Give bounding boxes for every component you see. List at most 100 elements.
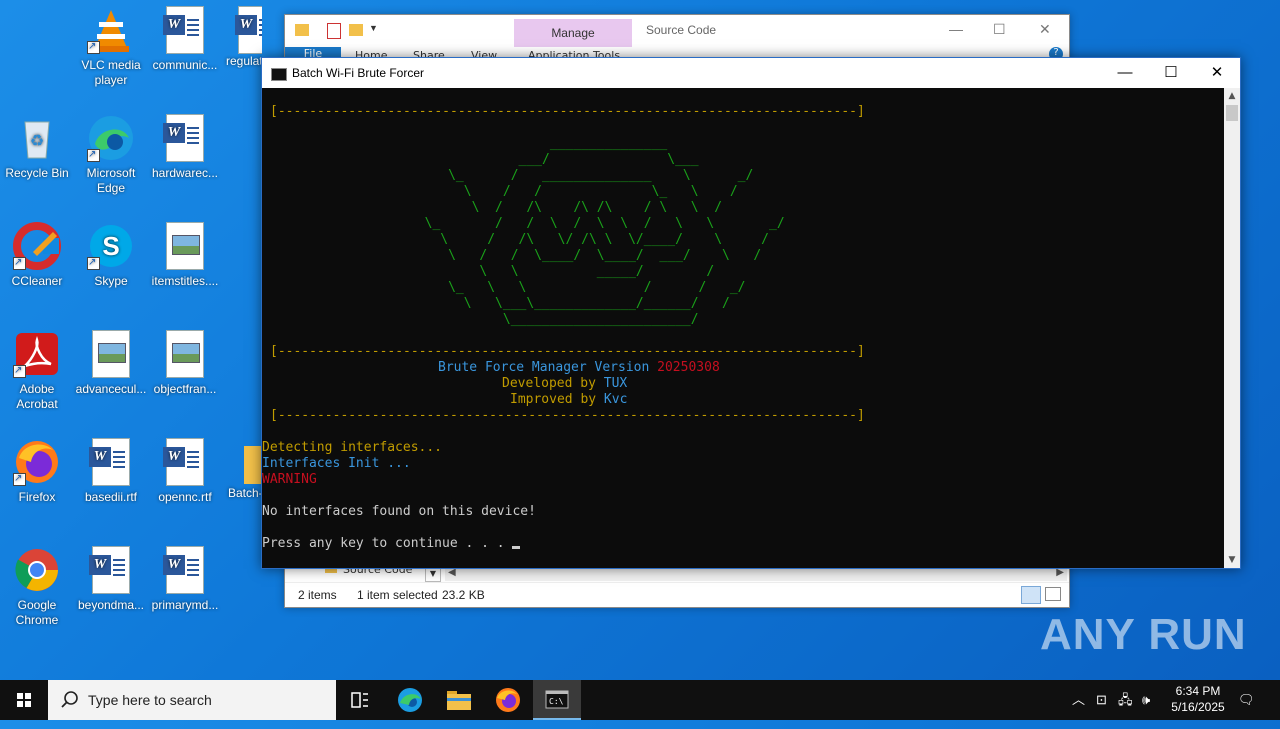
firefox-icon bbox=[13, 438, 61, 486]
console-output[interactable]: [---------------------------------------… bbox=[262, 88, 1223, 568]
horizontal-scrollbar[interactable]: ◀ ▶ bbox=[445, 567, 1067, 581]
detecting-line: Detecting interfaces... bbox=[262, 440, 443, 455]
notifications-icon[interactable]: 🗨 bbox=[1238, 680, 1255, 720]
maximize-button[interactable]: ☐ bbox=[1148, 58, 1194, 88]
vertical-scrollbar[interactable]: ▲ ▼ bbox=[1224, 88, 1240, 568]
minimize-button[interactable]: — bbox=[1102, 58, 1148, 88]
console-window[interactable]: Batch Wi-Fi Brute Forcer — ☐ ✕ [--------… bbox=[261, 57, 1241, 569]
desktop-icon-skype[interactable]: S Skype bbox=[74, 222, 148, 289]
developer-name: TUX bbox=[603, 376, 628, 391]
taskbar-edge[interactable] bbox=[386, 680, 434, 720]
scroll-down-icon[interactable]: ▼ bbox=[1224, 552, 1240, 568]
task-view-icon bbox=[351, 692, 368, 708]
desktop-icon-label: regulat bbox=[226, 54, 262, 68]
clock-date: 5/16/2025 bbox=[1171, 700, 1225, 714]
scroll-up-icon[interactable]: ▲ bbox=[1224, 88, 1240, 104]
taskbar-search-box[interactable]: Type here to search bbox=[48, 680, 336, 720]
cmd-icon: C:\ bbox=[545, 690, 569, 709]
system-clock[interactable]: 6:34 PM 5/16/2025 bbox=[1158, 683, 1238, 715]
text-cursor bbox=[512, 546, 521, 549]
show-hidden-icons-chevron[interactable]: ︿ bbox=[1072, 680, 1085, 720]
word-document-icon: W bbox=[161, 546, 209, 594]
desktop-icon-acrobat[interactable]: Adobe Acrobat bbox=[0, 330, 74, 412]
status-item-count: 2 items bbox=[298, 588, 337, 602]
large-icons-view-icon[interactable] bbox=[1045, 587, 1061, 601]
press-key-line: Press any key to continue . . . bbox=[262, 536, 1223, 552]
word-document-icon: W bbox=[161, 438, 209, 486]
meet-now-icon[interactable]: ⊡ bbox=[1096, 680, 1107, 720]
cmd-icon bbox=[271, 68, 287, 81]
image-file-icon bbox=[161, 222, 209, 270]
close-button[interactable]: ✕ bbox=[1039, 21, 1051, 38]
desktop-icon-ccleaner[interactable]: CCleaner bbox=[0, 222, 74, 289]
search-placeholder: Type here to search bbox=[88, 692, 212, 708]
desktop-icon-batch-folder[interactable]: Batch- bbox=[222, 438, 262, 501]
version-number: 20250308 bbox=[657, 360, 720, 375]
desktop-icon-advancecul[interactable]: advancecul... bbox=[74, 330, 148, 397]
desktop-icon-label: Recycle Bin bbox=[5, 166, 69, 180]
network-icon[interactable]: 🖧 bbox=[1118, 680, 1133, 720]
developed-line: Developed by TUX bbox=[502, 376, 628, 391]
desktop-icon-label: basedii.rtf bbox=[84, 490, 138, 504]
folder-icon bbox=[222, 438, 262, 486]
desktop-icon-objectfran[interactable]: objectfran... bbox=[148, 330, 222, 397]
desktop-icon-label: Microsoft Edge bbox=[86, 166, 136, 195]
anyrun-watermark: ANY RUN bbox=[1040, 610, 1247, 659]
svg-text:S: S bbox=[102, 231, 119, 261]
banner-art: _______________ ___/ \___ \_ / _________… bbox=[362, 136, 785, 327]
desktop-icon-label: Batch- bbox=[228, 486, 262, 500]
desktop-icon-recycle-bin[interactable]: ♻ Recycle Bin bbox=[0, 114, 74, 181]
version-line: Brute Force Manager Version 20250308 bbox=[438, 360, 720, 375]
search-icon bbox=[61, 691, 78, 708]
console-title: Batch Wi-Fi Brute Forcer bbox=[292, 66, 425, 80]
desktop-icon-basedii[interactable]: W basedii.rtf bbox=[74, 438, 148, 505]
desktop-icon-label: CCleaner bbox=[11, 274, 63, 288]
taskbar-firefox[interactable] bbox=[484, 680, 532, 720]
desktop-icon-vlc[interactable]: VLC media player bbox=[74, 6, 148, 88]
taskbar-file-explorer[interactable] bbox=[435, 680, 483, 720]
banner-divider: [---------------------------------------… bbox=[270, 344, 865, 359]
volume-icon[interactable]: 🕪 bbox=[1142, 680, 1150, 720]
scroll-thumb[interactable] bbox=[1226, 105, 1238, 121]
desktop-icon-label: beyondma... bbox=[77, 598, 145, 612]
desktop-icon-itemstitles[interactable]: itemstitles.... bbox=[148, 222, 222, 289]
desktop-icon-label: Adobe Acrobat bbox=[16, 382, 58, 411]
desktop-icon-label: Google Chrome bbox=[15, 598, 59, 627]
desktop-icon-edge[interactable]: Microsoft Edge bbox=[74, 114, 148, 196]
desktop-icon-label: Firefox bbox=[18, 490, 56, 504]
edge-icon bbox=[398, 688, 422, 712]
taskbar: Type here to search C:\ ︿ ⊡ 🖧 🕪 6:34 PM … bbox=[0, 680, 1280, 720]
desktop-icon-chrome[interactable]: Google Chrome bbox=[0, 546, 74, 628]
desktop-icon-communic[interactable]: W communic... bbox=[148, 6, 222, 73]
vlc-icon bbox=[87, 6, 135, 54]
minimize-button[interactable]: — bbox=[949, 21, 963, 37]
ribbon-tab-manage[interactable]: Manage bbox=[514, 19, 632, 47]
properties-icon[interactable] bbox=[327, 23, 341, 39]
desktop-icon-label: Skype bbox=[94, 274, 128, 288]
desktop-icon-hardwarec[interactable]: W hardwarec... bbox=[148, 114, 222, 181]
svg-text:C:\: C:\ bbox=[549, 697, 564, 706]
details-view-icon[interactable] bbox=[1021, 586, 1041, 604]
desktop-icon-opennc[interactable]: W opennc.rtf bbox=[148, 438, 222, 505]
maximize-button[interactable]: ☐ bbox=[993, 21, 1006, 38]
desktop-icon-label: objectfran... bbox=[153, 382, 217, 396]
console-titlebar[interactable]: Batch Wi-Fi Brute Forcer — ☐ ✕ bbox=[262, 58, 1240, 88]
word-document-icon: W bbox=[161, 114, 209, 162]
status-size: 23.2 KB bbox=[442, 588, 485, 602]
start-button[interactable] bbox=[0, 680, 48, 720]
desktop-icon-label: itemstitles.... bbox=[151, 274, 219, 288]
desktop-icon-regulat[interactable]: W regulat bbox=[222, 6, 262, 69]
close-button[interactable]: ✕ bbox=[1194, 58, 1240, 88]
chevron-down-icon[interactable]: ▼ bbox=[369, 23, 378, 33]
task-view-button[interactable] bbox=[336, 680, 384, 720]
taskbar-cmd[interactable]: C:\ bbox=[533, 680, 581, 720]
desktop-icon-firefox[interactable]: Firefox bbox=[0, 438, 74, 505]
init-line: Interfaces Init ... bbox=[262, 456, 411, 471]
desktop-icon-label: communic... bbox=[152, 58, 218, 72]
new-folder-icon[interactable] bbox=[349, 24, 363, 36]
acrobat-icon bbox=[13, 330, 61, 378]
explorer-titlebar[interactable]: ▼ Manage Source Code — ☐ ✕ bbox=[285, 15, 1069, 47]
desktop-icon-beyondma[interactable]: W beyondma... bbox=[74, 546, 148, 613]
improved-line: Improved by Kvc bbox=[510, 392, 628, 407]
desktop-icon-primarymd[interactable]: W primarymd... bbox=[148, 546, 222, 613]
